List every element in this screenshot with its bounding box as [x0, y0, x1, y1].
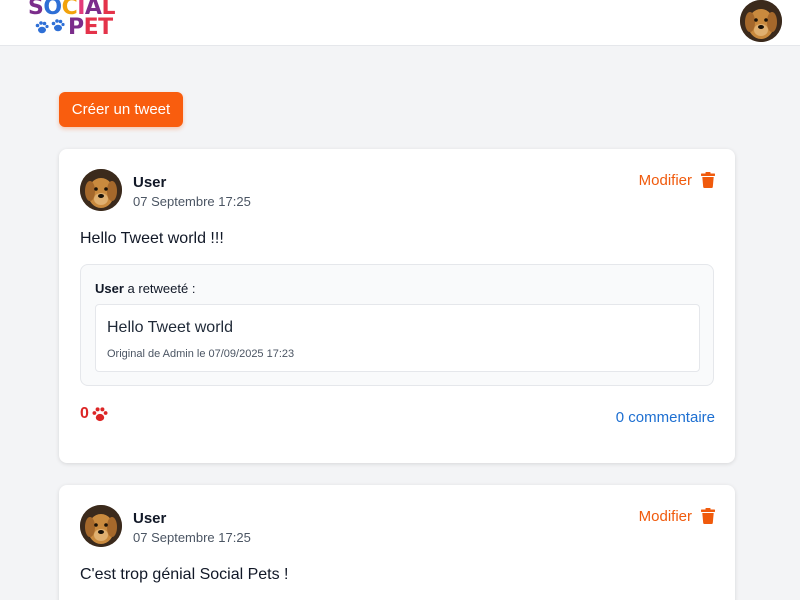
retweet-label: User a retweeté : — [95, 281, 195, 296]
tweet-date: 07 Septembre 17:25 — [133, 530, 251, 545]
original-tweet-meta: Original de Admin le 07/09/2025 17:23 — [107, 348, 295, 360]
logo[interactable]: SOCIAL PET — [28, 0, 124, 43]
dog-avatar-image — [80, 505, 122, 547]
retweet-label-suffix: a retweeté : — [123, 281, 196, 296]
comments-link[interactable]: 0 commentaire — [616, 409, 715, 426]
retweet-user[interactable]: User — [95, 281, 124, 296]
tweet-content: C'est trop génial Social Pets ! — [80, 566, 289, 583]
edit-button[interactable]: Modifier — [639, 508, 692, 525]
retweet-box: User a retweeté : Hello Tweet world Orig… — [80, 264, 714, 386]
tweet-date: 07 Septembre 17:25 — [133, 194, 251, 209]
like-count: 0 — [80, 405, 89, 422]
paw-icon — [92, 406, 108, 421]
trash-icon[interactable] — [701, 508, 715, 524]
original-tweet-content: Hello Tweet world — [107, 319, 233, 336]
top-bar: SOCIAL PET — [0, 0, 800, 46]
create-tweet-button[interactable]: Créer un tweet — [59, 92, 183, 127]
avatar[interactable] — [80, 505, 122, 547]
like-button[interactable]: 0 — [80, 405, 108, 423]
paw-icon — [35, 19, 65, 34]
original-tweet[interactable]: Hello Tweet world Original de Admin le 0… — [95, 304, 700, 372]
tweet-card: User 07 Septembre 17:25 Modifier Hello T… — [59, 149, 735, 463]
dog-avatar-image — [80, 169, 122, 211]
tweet-username[interactable]: User — [133, 510, 166, 527]
trash-icon[interactable] — [701, 172, 715, 188]
tweet-username[interactable]: User — [133, 174, 166, 191]
user-avatar[interactable] — [740, 0, 782, 42]
dog-avatar-image — [740, 0, 782, 42]
logo-line2: PET — [68, 15, 113, 40]
edit-button[interactable]: Modifier — [639, 172, 692, 189]
tweet-content: Hello Tweet world !!! — [80, 230, 224, 247]
avatar[interactable] — [80, 169, 122, 211]
tweet-card: User 07 Septembre 17:25 Modifier C'est t… — [59, 485, 735, 600]
